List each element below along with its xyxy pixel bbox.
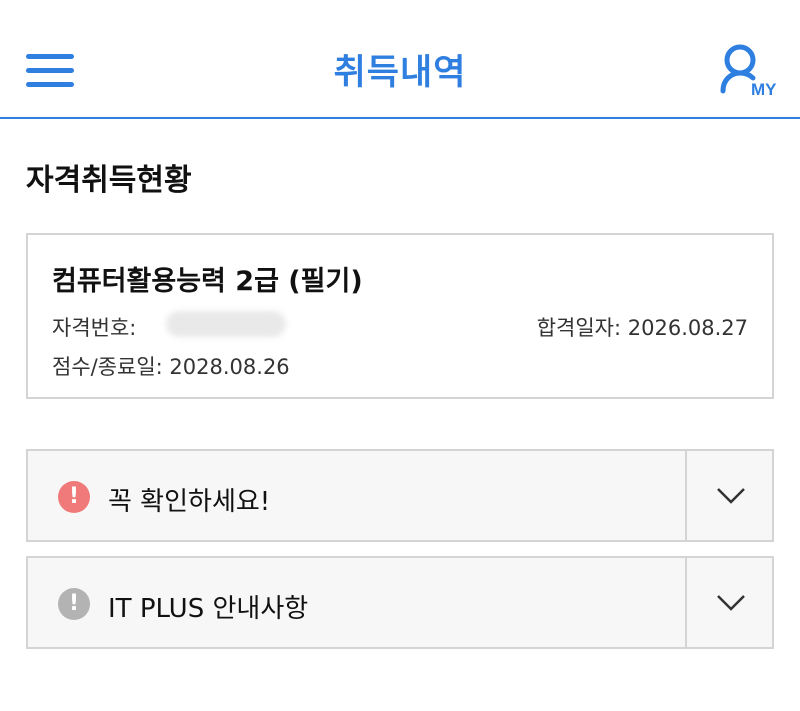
accordion-label: 꼭 확인하세요! — [108, 487, 271, 517]
app-header: 취득내역 MY — [0, 0, 800, 119]
my-label: MY — [751, 80, 777, 99]
my-page-icon[interactable]: MY — [718, 43, 782, 99]
section-title: 자격취득현황 — [26, 163, 192, 198]
chevron-down-icon[interactable] — [687, 451, 774, 540]
certificate-number-label: 자격번호: — [52, 316, 137, 340]
accordion-itplus-notice[interactable]: ! IT PLUS 안내사항 — [26, 556, 774, 649]
certificate-name: 컴퓨터활용능력 2급 (필기) — [52, 266, 363, 297]
alert-icon: ! — [58, 481, 90, 513]
info-icon: ! — [58, 588, 90, 620]
accordion-label: IT PLUS 안내사항 — [108, 594, 309, 624]
page-title: 취득내역 — [333, 53, 467, 93]
expiry-date: 점수/종료일: 2028.08.26 — [52, 355, 290, 379]
pass-date: 합격일자: 2026.08.27 — [536, 316, 748, 340]
certificate-card: 컴퓨터활용능력 2급 (필기) 자격번호: 합격일자: 2026.08.27 점… — [26, 233, 774, 399]
accordion-must-check[interactable]: ! 꼭 확인하세요! — [26, 449, 774, 542]
chevron-down-icon[interactable] — [687, 558, 774, 647]
certificate-number-redacted — [166, 311, 286, 337]
